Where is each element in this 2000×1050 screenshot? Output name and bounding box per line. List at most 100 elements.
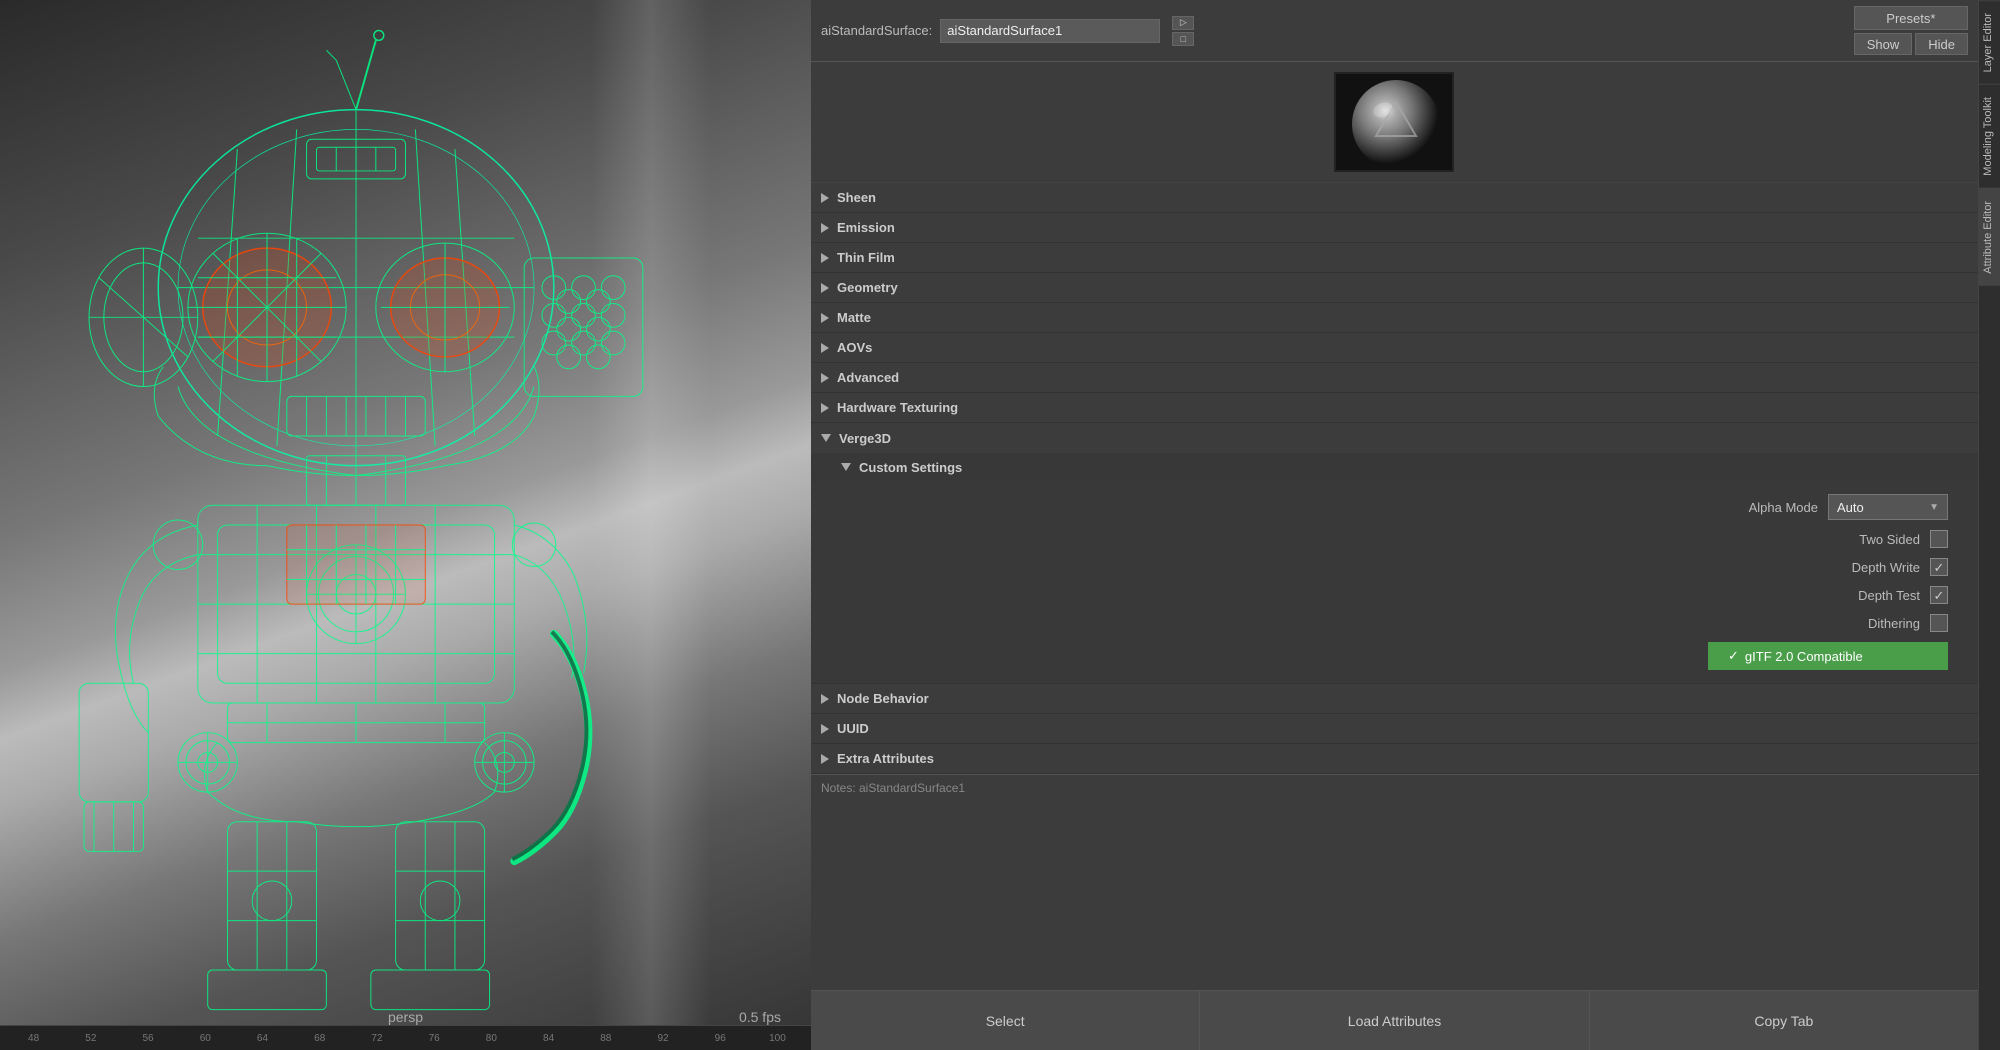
depth-write-checkbox[interactable]: ✓	[1930, 558, 1948, 576]
node-behavior-label: Node Behavior	[837, 691, 929, 706]
section-verge3d-container: Verge3D Custom Settings Alpha Mode	[811, 423, 1978, 684]
alpha-mode-row: Alpha Mode Auto ▼	[821, 489, 1968, 525]
sidebar-tab-layer-editor[interactable]: Layer Editor	[1979, 0, 2000, 84]
ruler-tick: 48	[5, 1033, 62, 1044]
show-hide-row: Show Hide	[1854, 33, 1968, 55]
ruler-tick: 88	[577, 1033, 634, 1044]
right-sidebar: Layer Editor Modeling Toolkit Attribute …	[1978, 0, 2000, 1050]
ruler-tick: 76	[406, 1033, 463, 1044]
aovs-label: AOVs	[837, 340, 872, 355]
emission-collapse-icon	[821, 223, 829, 233]
section-emission[interactable]: Emission	[811, 213, 1978, 243]
depth-write-label: Depth Write	[1852, 560, 1920, 575]
depth-test-checkmark: ✓	[1934, 589, 1945, 602]
section-hardware-texturing[interactable]: Hardware Texturing	[811, 393, 1978, 423]
section-sheen[interactable]: Sheen	[811, 183, 1978, 213]
uuid-label: UUID	[837, 721, 869, 736]
ruler-tick: 72	[348, 1033, 405, 1044]
geometry-collapse-icon	[821, 283, 829, 293]
attr-header: aiStandardSurface: ▷ □ Presets* Show Hid…	[811, 0, 1978, 62]
copy-icon: □	[1181, 34, 1186, 44]
sheen-label: Sheen	[837, 190, 876, 205]
viewport-ruler: 48 52 56 60 64 68 72 76 80 84 88 92 96 1…	[0, 1025, 811, 1050]
copy-tab-button[interactable]: Copy Tab	[1590, 991, 1978, 1050]
viewport-persp-label: persp	[388, 1009, 423, 1025]
gltf-label: gITF 2.0 Compatible	[1745, 649, 1863, 664]
presets-button[interactable]: Presets*	[1854, 6, 1968, 30]
alpha-mode-dropdown[interactable]: Auto ▼	[1828, 494, 1948, 520]
show-button[interactable]: Show	[1854, 33, 1913, 55]
ruler-tick: 56	[119, 1033, 176, 1044]
sidebar-tab-attribute-editor[interactable]: Attribute Editor	[1979, 188, 2000, 286]
section-uuid[interactable]: UUID	[811, 714, 1978, 744]
hardware-texturing-label: Hardware Texturing	[837, 400, 958, 415]
header-icon-group: ▷ □	[1172, 16, 1194, 46]
section-node-behavior[interactable]: Node Behavior	[811, 684, 1978, 714]
select-button[interactable]: Select	[811, 991, 1200, 1050]
custom-settings-content: Alpha Mode Auto ▼ Two Sided	[811, 481, 1978, 683]
verge3d-label: Verge3D	[839, 431, 891, 446]
hardware-texturing-collapse-icon	[821, 403, 829, 413]
full-layout: persp 0.5 fps 48 52 56 60 64 68 72 76 80…	[0, 0, 2000, 1050]
section-advanced[interactable]: Advanced	[811, 363, 1978, 393]
ruler-tick: 92	[634, 1033, 691, 1044]
header-icon-bottom[interactable]: □	[1172, 32, 1194, 46]
bookmark-icon: ▷	[1180, 17, 1187, 28]
hide-button[interactable]: Hide	[1915, 33, 1968, 55]
matte-collapse-icon	[821, 313, 829, 323]
material-preview-svg	[1336, 74, 1454, 172]
extra-attributes-collapse-icon	[821, 754, 829, 764]
section-extra-attributes[interactable]: Extra Attributes	[811, 744, 1978, 774]
ruler-tick: 68	[291, 1033, 348, 1044]
material-preview-box	[1334, 72, 1454, 172]
aovs-collapse-icon	[821, 343, 829, 353]
sheen-collapse-icon	[821, 193, 829, 203]
material-name-input[interactable]	[940, 19, 1160, 43]
robot-wireframe-svg	[0, 0, 811, 1050]
sidebar-tab-modeling-toolkit[interactable]: Modeling Toolkit	[1979, 84, 2000, 188]
dithering-label: Dithering	[1868, 616, 1920, 631]
ruler-tick: 100	[749, 1033, 806, 1044]
gltf-button[interactable]: ✓ gITF 2.0 Compatible	[1708, 642, 1948, 670]
ruler-tick: 96	[692, 1033, 749, 1044]
viewport-fps-label: 0.5 fps	[739, 1009, 781, 1025]
geometry-label: Geometry	[837, 280, 898, 295]
extra-attributes-label: Extra Attributes	[837, 751, 934, 766]
custom-settings-header[interactable]: Custom Settings	[811, 453, 1978, 481]
attr-scroll-area[interactable]: Sheen Emission Thin Film Geometry Matte	[811, 183, 1978, 990]
section-matte[interactable]: Matte	[811, 303, 1978, 333]
dithering-row: Dithering	[821, 609, 1968, 637]
ruler-tick: 80	[463, 1033, 520, 1044]
depth-test-checkbox[interactable]: ✓	[1930, 586, 1948, 604]
ruler-ticks: 48 52 56 60 64 68 72 76 80 84 88 92 96 1…	[0, 1033, 811, 1044]
custom-settings-label: Custom Settings	[859, 460, 962, 475]
attribute-editor-panel: aiStandardSurface: ▷ □ Presets* Show Hid…	[811, 0, 1978, 1050]
verge3d-content: Custom Settings Alpha Mode Auto ▼	[811, 453, 1978, 683]
depth-test-label: Depth Test	[1858, 588, 1920, 603]
two-sided-checkbox[interactable]	[1930, 530, 1948, 548]
advanced-collapse-icon	[821, 373, 829, 383]
node-behavior-collapse-icon	[821, 694, 829, 704]
section-verge3d-header[interactable]: Verge3D	[811, 423, 1978, 453]
notes-label: Notes: aiStandardSurface1	[821, 781, 965, 795]
two-sided-label: Two Sided	[1859, 532, 1920, 547]
section-geometry[interactable]: Geometry	[811, 273, 1978, 303]
section-aovs[interactable]: AOVs	[811, 333, 1978, 363]
load-attributes-button[interactable]: Load Attributes	[1200, 991, 1589, 1050]
ruler-tick: 52	[62, 1033, 119, 1044]
section-thin-film[interactable]: Thin Film	[811, 243, 1978, 273]
depth-write-checkmark: ✓	[1934, 561, 1945, 574]
thin-film-collapse-icon	[821, 253, 829, 263]
dithering-checkbox[interactable]	[1930, 614, 1948, 632]
advanced-label: Advanced	[837, 370, 899, 385]
thin-film-label: Thin Film	[837, 250, 895, 265]
depth-write-row: Depth Write ✓	[821, 553, 1968, 581]
bottom-bar: Select Load Attributes Copy Tab	[811, 990, 1978, 1050]
header-icon-top[interactable]: ▷	[1172, 16, 1194, 30]
alpha-mode-label: Alpha Mode	[1749, 500, 1818, 515]
presets-show-hide: Presets* Show Hide	[1854, 6, 1968, 55]
material-label: aiStandardSurface:	[821, 23, 932, 38]
material-preview-area	[811, 62, 1978, 183]
uuid-collapse-icon	[821, 724, 829, 734]
depth-test-row: Depth Test ✓	[821, 581, 1968, 609]
